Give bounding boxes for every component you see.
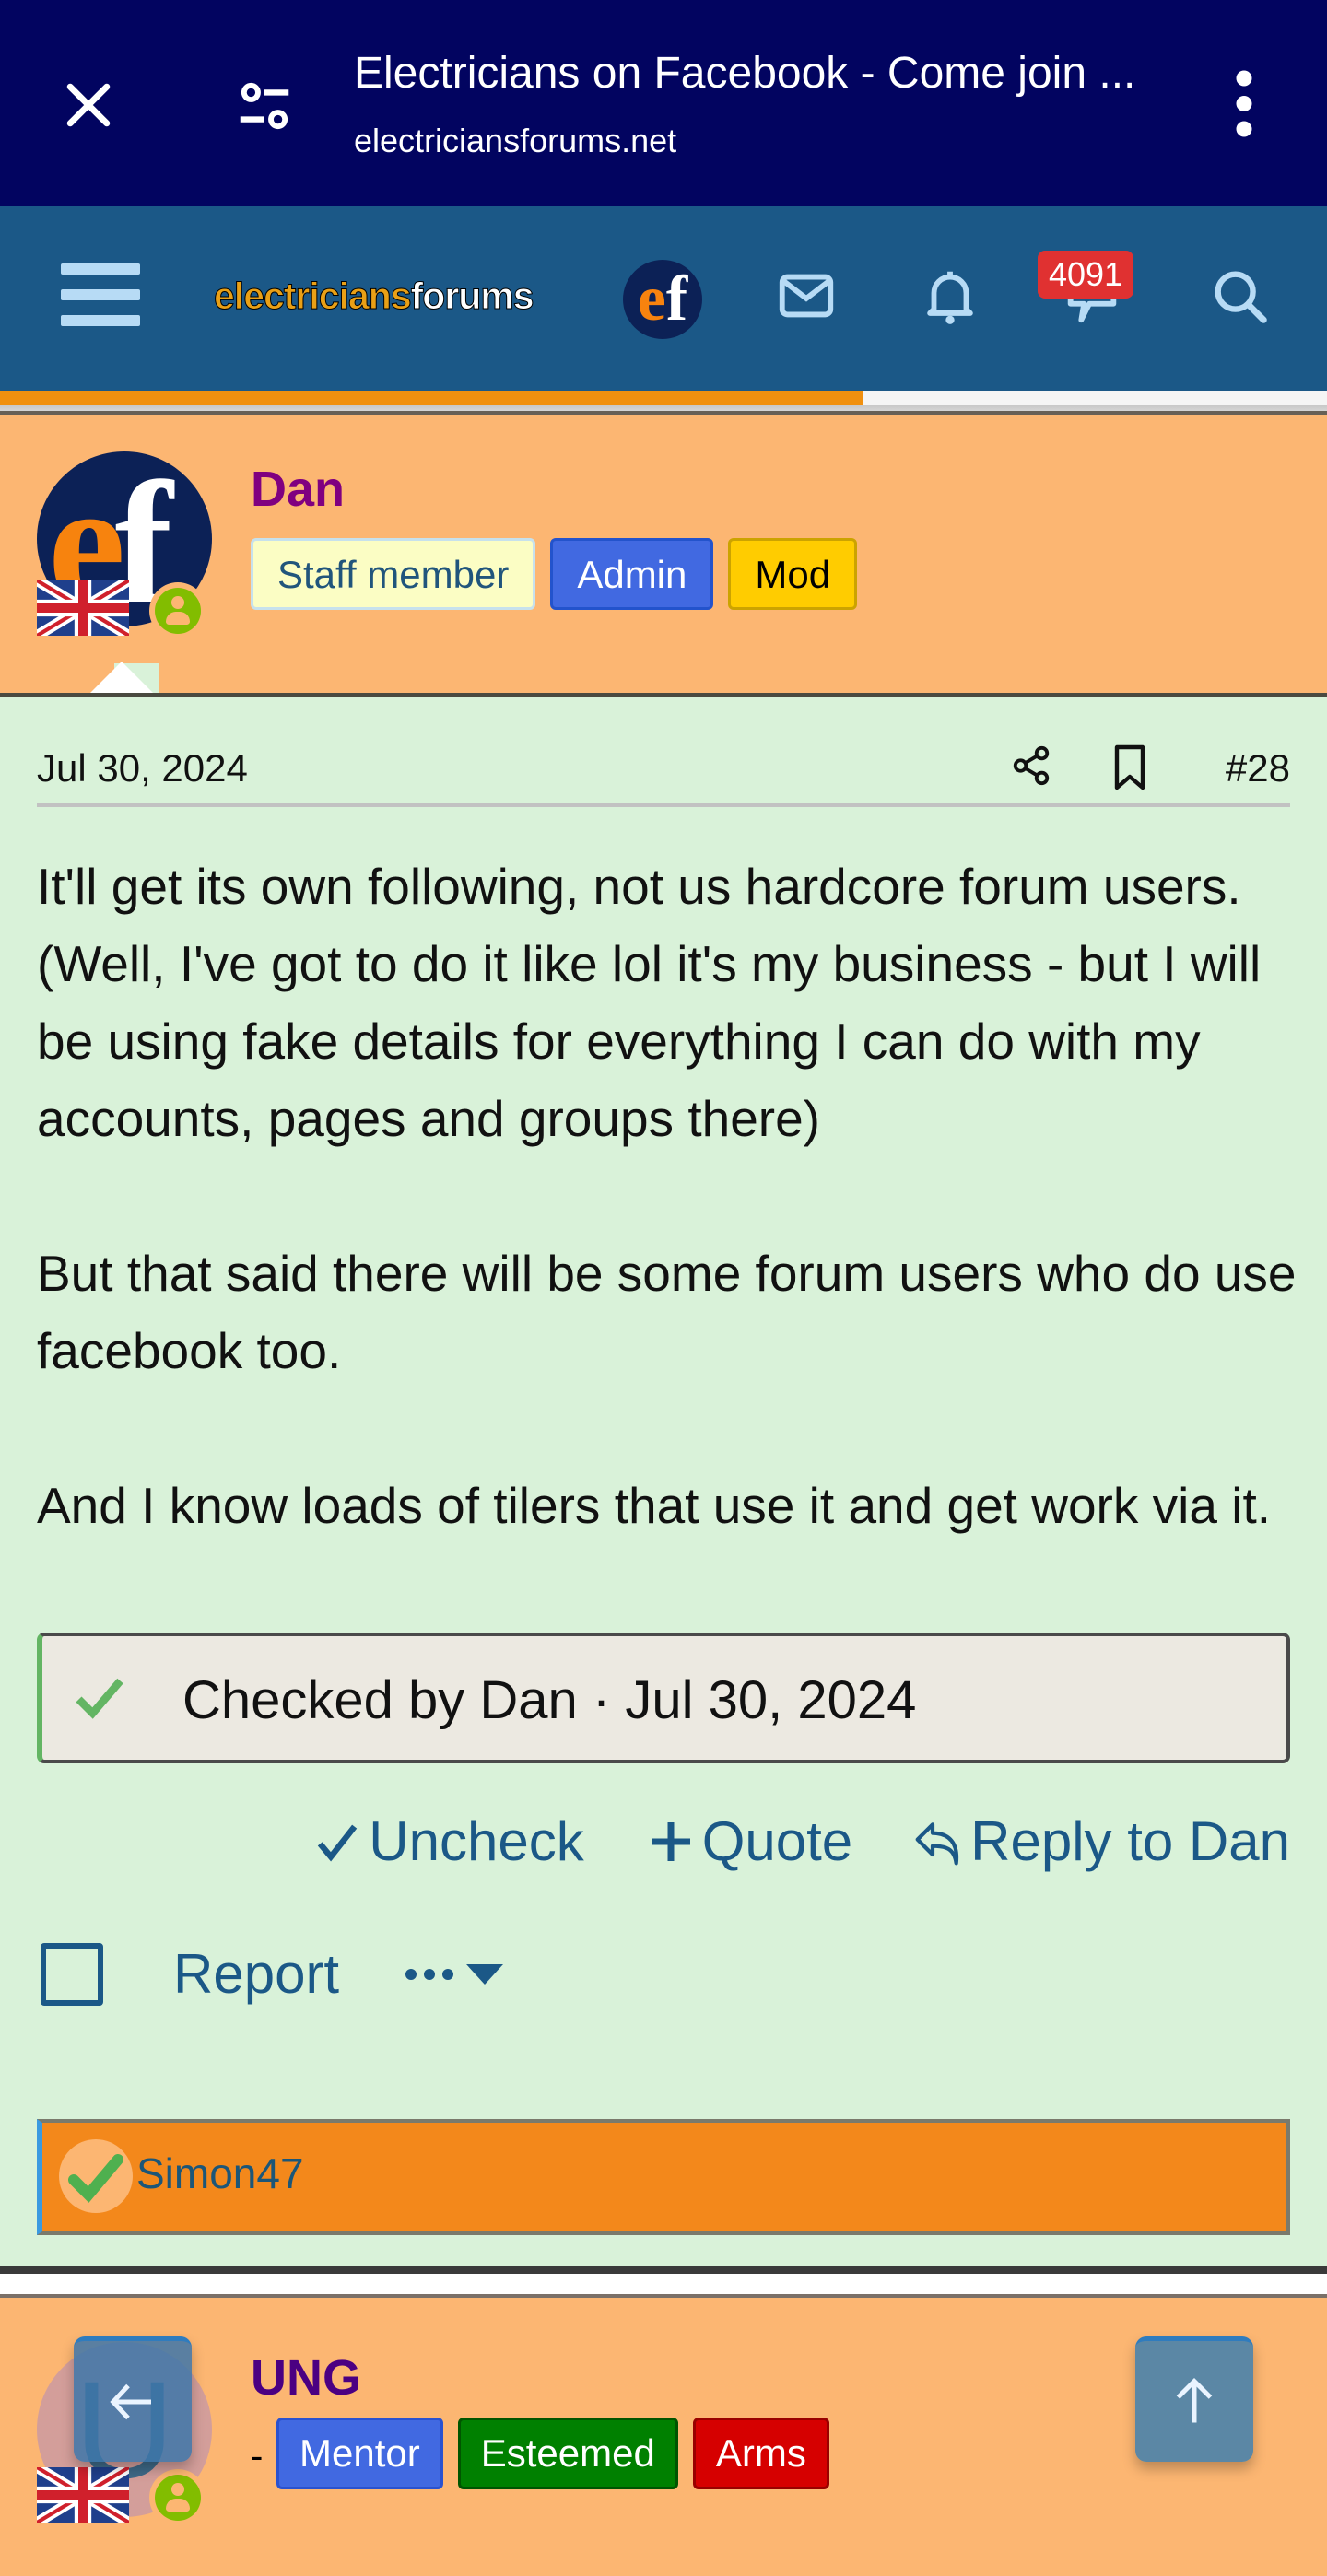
ellipsis-icon bbox=[405, 1968, 454, 1980]
checked-text: Checked by Dan · Jul 30, 2024 bbox=[182, 1670, 917, 1730]
scroll-to-top-button[interactable] bbox=[1135, 2336, 1253, 2462]
logo-f: f bbox=[665, 263, 688, 334]
uk-flag-icon bbox=[37, 2467, 129, 2523]
share-icon[interactable] bbox=[1010, 743, 1052, 789]
site-logo[interactable]: electriciansforums bbox=[214, 275, 535, 318]
more-vert-icon[interactable] bbox=[1226, 69, 1262, 138]
close-icon[interactable] bbox=[57, 74, 120, 136]
post-author-header: ef Dan Staff member Admin Mod bbox=[0, 411, 1327, 697]
scroll-progress-fill bbox=[0, 391, 863, 405]
title-prefix: - bbox=[251, 2436, 264, 2476]
caret-down-icon bbox=[466, 1963, 504, 1985]
bookmark-icon[interactable] bbox=[1111, 743, 1148, 792]
post-actions: Uncheck Quote Reply to Dan bbox=[311, 1809, 1290, 1873]
bell-icon[interactable] bbox=[918, 263, 982, 328]
inbox-icon[interactable] bbox=[774, 263, 839, 328]
post-body: Jul 30, 2024 #28 It'll get its own follo… bbox=[0, 693, 1327, 2268]
user-banners: Mentor Esteemed Arms bbox=[276, 2418, 829, 2489]
quote-label: Quote bbox=[701, 1810, 853, 1872]
post-paragraph: But that said there will be some forum u… bbox=[37, 1245, 1297, 1379]
menu-icon[interactable] bbox=[61, 263, 140, 328]
reaction-checkmark-icon bbox=[59, 2139, 133, 2213]
more-options-menu[interactable] bbox=[405, 1963, 504, 1985]
logo-part-2: forums bbox=[410, 275, 534, 318]
back-button[interactable] bbox=[74, 2336, 192, 2462]
banner-mod: Mod bbox=[728, 538, 858, 610]
online-status-icon bbox=[149, 582, 206, 639]
online-status-icon bbox=[149, 2469, 206, 2526]
reply-button[interactable]: Reply to Dan bbox=[913, 1809, 1290, 1873]
reactions-bar[interactable]: Simon47 bbox=[37, 2119, 1290, 2235]
notification-count-badge[interactable]: 4091 bbox=[1038, 251, 1134, 299]
post-content: It'll get its own following, not us hard… bbox=[37, 848, 1299, 1544]
post-footer: Report bbox=[41, 1942, 504, 2006]
post-meta: Jul 30, 2024 #28 bbox=[37, 743, 1290, 807]
logo-e: e bbox=[637, 263, 666, 334]
ef-logo-icon[interactable]: ef bbox=[623, 260, 702, 339]
banner-mentor: Mentor bbox=[276, 2418, 443, 2489]
banner-esteemed: Esteemed bbox=[457, 2418, 678, 2489]
post-date[interactable]: Jul 30, 2024 bbox=[37, 746, 248, 790]
logo-part-1: electricians bbox=[214, 275, 413, 318]
uncheck-label: Uncheck bbox=[369, 1810, 584, 1872]
post-gap bbox=[0, 2274, 1327, 2294]
reply-label: Reply to Dan bbox=[970, 1810, 1290, 1872]
next-post-author-header: U UNG - Mentor Esteemed Arms bbox=[0, 2294, 1327, 2576]
author-name[interactable]: UNG bbox=[251, 2349, 361, 2406]
uncheck-button[interactable]: Uncheck bbox=[311, 1809, 584, 1873]
post-divider bbox=[0, 2266, 1327, 2274]
banner-admin: Admin bbox=[550, 538, 714, 610]
forum-header: electriciansforums ef 4091 bbox=[0, 206, 1327, 418]
plus-icon bbox=[651, 1821, 690, 1861]
page-settings-icon[interactable] bbox=[232, 74, 297, 138]
post-paragraph: It'll get its own following, not us hard… bbox=[37, 858, 1262, 1147]
page-url[interactable]: electriciansforums.net bbox=[354, 122, 676, 160]
reply-icon bbox=[915, 1821, 959, 1865]
message-pointer bbox=[88, 662, 155, 695]
author-name[interactable]: Dan bbox=[251, 461, 345, 518]
arrow-left-icon bbox=[110, 2383, 151, 2420]
select-post-checkbox[interactable] bbox=[41, 1942, 103, 2006]
check-icon bbox=[318, 1824, 358, 1862]
browser-toolbar: Electricians on Facebook - Come join ...… bbox=[0, 0, 1327, 206]
scroll-progress-bar bbox=[0, 391, 1327, 405]
arrow-up-icon bbox=[1176, 2377, 1213, 2423]
uk-flag-icon bbox=[37, 580, 129, 636]
checkmark-icon bbox=[76, 1678, 123, 1719]
quote-button[interactable]: Quote bbox=[645, 1809, 852, 1873]
page-title[interactable]: Electricians on Facebook - Come join ... bbox=[354, 48, 1135, 99]
banner-arms: Arms bbox=[692, 2418, 829, 2489]
search-icon[interactable] bbox=[1207, 263, 1272, 328]
post-number[interactable]: #28 bbox=[1226, 746, 1290, 790]
report-link[interactable]: Report bbox=[173, 1942, 339, 2006]
banner-staff: Staff member bbox=[251, 538, 536, 610]
reaction-users[interactable]: Simon47 bbox=[136, 2149, 304, 2198]
user-banners: Staff member Admin Mod bbox=[251, 538, 858, 610]
post-paragraph: And I know loads of tilers that use it a… bbox=[37, 1477, 1272, 1534]
checked-notice: Checked by Dan · Jul 30, 2024 bbox=[37, 1633, 1290, 1763]
